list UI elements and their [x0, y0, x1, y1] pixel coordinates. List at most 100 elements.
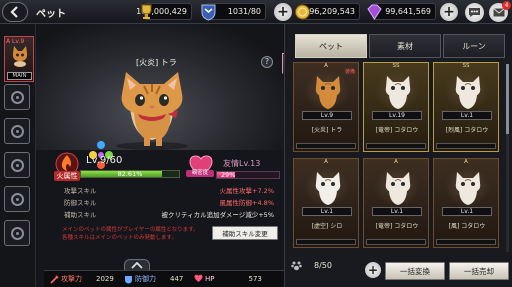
attack-skill-row: 攻撃スキル 火属性攻撃+7.2% [64, 186, 282, 197]
top-bar: ペット 100,000,429 1031/80 + 96,209,543 99,… [0, 0, 512, 24]
card-rank: A [394, 159, 398, 165]
cat-model-image[interactable] [104, 70, 200, 150]
main-pet-slot[interactable]: A Lv.9 MAIN [4, 36, 34, 82]
empty-pet-slot[interactable] [4, 186, 30, 212]
gem-value: 99,641,569 [385, 7, 431, 16]
affection-label: 親密度 [186, 170, 214, 177]
pet-card[interactable]: A Lv.1 [風] コタロウ [433, 158, 499, 248]
empty-slot-icon [10, 226, 24, 240]
defense-skill-row: 防御スキル 風属性防御+4.8% [64, 198, 282, 209]
pet-card[interactable]: A Lv.1 [虚空] シロ [293, 158, 359, 248]
attack-label: 攻撃力 [61, 275, 82, 283]
card-level: Lv.1 [372, 207, 422, 216]
mail-button[interactable]: 4 [489, 1, 511, 22]
gold-value: 96,209,543 [309, 7, 355, 16]
gold-counter: 96,209,543 [295, 3, 360, 20]
card-name: [虚空] シロ [311, 223, 343, 230]
empty-slot-icon [10, 158, 24, 172]
attack-value: 2029 [96, 275, 114, 283]
card-name: [竜帝] コタロウ [375, 127, 419, 134]
back-button[interactable] [2, 2, 28, 22]
gold-coin-icon [295, 4, 310, 20]
level-text: Lv.9/60 [86, 155, 123, 166]
skill-value: 火属性攻撃+7.2% [219, 187, 274, 195]
defense-value: 447 [170, 275, 184, 283]
empty-pet-slot[interactable] [4, 84, 30, 110]
pet-count: 8/50 [291, 260, 332, 271]
pet-stats-panel: 火属性 Lv.9/60 82.61% 親密度 友情Lv.13 29% 攻撃スキル… [50, 150, 284, 254]
hp-stat: HP 573 [194, 274, 262, 283]
card-rank: SS [392, 63, 400, 69]
affection-level: 友情Lv.13 [223, 159, 261, 168]
tab-rune[interactable]: ルーン [443, 34, 505, 58]
pet-card[interactable]: SS Lv.1 [烈風] コタロウ [433, 62, 499, 152]
scrollbar[interactable] [506, 64, 509, 252]
cat-portrait-icon [315, 172, 341, 205]
skill-value: 被クリティカル追加ダメージ減少+5% [161, 211, 274, 219]
empty-slot-icon [10, 90, 24, 104]
chevron-up-icon [131, 262, 143, 269]
sword-icon [50, 274, 59, 284]
gem-counter: 99,641,569 [367, 3, 436, 20]
card-name: [風] コタロウ [448, 223, 486, 230]
trophy-icon [141, 4, 152, 19]
skill-value: 風属性防御+4.8% [219, 199, 274, 207]
back-arrow-icon [10, 6, 18, 18]
stamina-plus-button[interactable]: + [274, 3, 292, 21]
pet-card[interactable]: A 装備 Lv.9 [火炎] トラ [293, 62, 359, 152]
card-rank: A [324, 159, 328, 165]
chat-bubble-icon [469, 8, 480, 17]
main-tag: MAIN [7, 72, 32, 80]
cat-portrait-icon [315, 76, 341, 109]
empty-slot-icon [10, 124, 24, 138]
card-name: [竜帝] コタロウ [375, 223, 419, 230]
card-level: Lv.1 [302, 207, 352, 216]
bulk-sell-button[interactable]: 一括売却 [449, 262, 509, 280]
scrollbar-thumb[interactable] [506, 64, 509, 134]
card-level: Lv.19 [372, 111, 422, 120]
tab-material[interactable]: 素材 [369, 34, 441, 58]
empty-pet-slot[interactable] [4, 220, 30, 246]
screen-title: ペット [36, 9, 66, 20]
mail-icon [492, 8, 505, 17]
chat-button[interactable] [465, 3, 484, 22]
stamina-shield-icon [201, 4, 216, 21]
card-exp-bar [296, 239, 356, 245]
defense-stat: 防御力 447 [124, 274, 183, 284]
card-level: Lv.1 [442, 207, 492, 216]
warning-line-1: メインのペットの属性がプレイヤーの属性となります。 [62, 227, 199, 233]
gem-plus-button[interactable]: + [440, 3, 458, 21]
hp-label: HP [205, 274, 215, 283]
card-exp-bar [366, 143, 426, 149]
hp-value: 573 [248, 274, 262, 283]
empty-pet-slot[interactable] [4, 118, 30, 144]
skill-label: 攻撃スキル [64, 187, 97, 195]
card-rank: SS [462, 63, 470, 69]
change-support-skill-button[interactable]: 補助スキル変更 [212, 226, 278, 240]
help-icon[interactable]: ? [261, 56, 273, 68]
pet-inventory-panel: ペット 素材 ルーン A 装備 Lv.9 [火炎] トラ SS Lv.19 [竜帝] コタロ… [284, 24, 512, 287]
expand-inventory-button[interactable]: + [365, 262, 381, 278]
empty-pet-slot[interactable] [4, 152, 30, 178]
card-level: Lv.1 [442, 111, 492, 120]
affection-percent: 29% [221, 171, 236, 179]
cat-portrait-icon [385, 76, 411, 109]
gem-icon [367, 4, 382, 20]
card-rank: A [464, 159, 468, 165]
defense-label: 防御力 [135, 275, 156, 283]
attack-stat: 攻撃力 2029 [50, 274, 114, 284]
pet-card[interactable]: A Lv.1 [竜帝] コタロウ [363, 158, 429, 248]
bulk-convert-button[interactable]: 一括変換 [385, 262, 445, 280]
slot-level: A Lv.9 [6, 38, 25, 45]
card-exp-bar [296, 143, 356, 149]
pet-slot-column: A Lv.9 MAIN [0, 24, 36, 287]
card-level: Lv.9 [302, 111, 352, 120]
empty-slot-icon [10, 192, 24, 206]
card-exp-bar [436, 143, 496, 149]
paw-icon [291, 261, 302, 271]
warning-line-2: 各種スキルはメインのペットのみ発動します。 [62, 235, 177, 241]
card-exp-bar [436, 239, 496, 245]
stamina-counter: 1031/80 [201, 3, 266, 21]
pet-card[interactable]: SS Lv.19 [竜帝] コタロウ [363, 62, 429, 152]
tab-pet[interactable]: ペット [295, 34, 367, 58]
